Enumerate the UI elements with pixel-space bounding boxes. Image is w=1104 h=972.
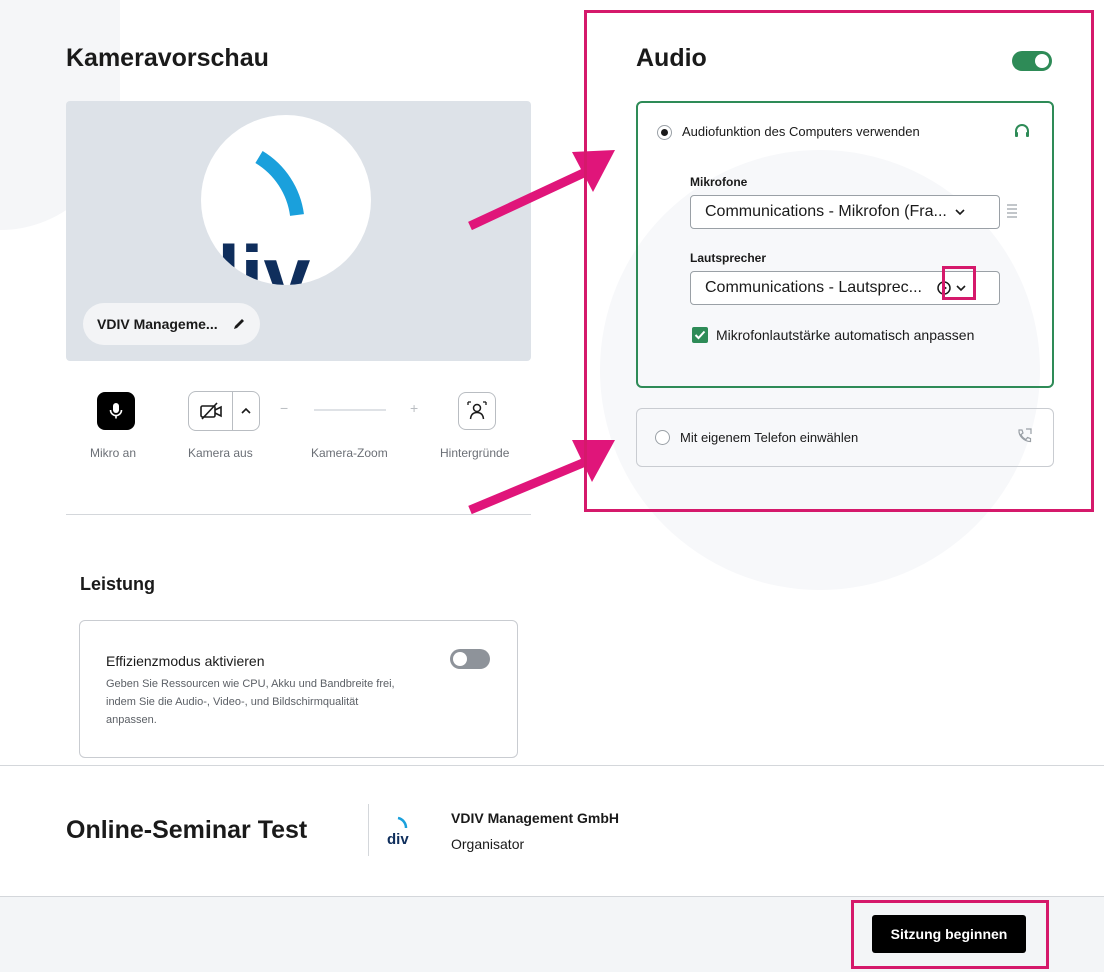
vertical-separator	[368, 804, 369, 856]
phone-audio-label: Mit eigenem Telefon einwählen	[680, 430, 859, 445]
microphone-select[interactable]: Communications - Mikrofon (Fra...	[690, 195, 1000, 229]
auto-adjust-label: Mikrofonlautstärke automatisch anpassen	[716, 327, 975, 343]
microphone-icon	[109, 403, 123, 419]
microphone-label: Mikro an	[90, 446, 137, 460]
zoom-plus-button[interactable]: +	[410, 400, 418, 416]
logo-text: div	[201, 229, 311, 285]
highlight-frame-start	[851, 900, 1049, 969]
mic-level-icon	[1007, 204, 1017, 218]
camera-toggle-button[interactable]	[189, 392, 233, 430]
organizer-logo: div	[387, 816, 409, 848]
camera-off-icon	[199, 402, 222, 420]
organizer-role: Organisator	[451, 836, 525, 852]
organizer-logo-text: div	[387, 831, 409, 848]
efficiency-heading: Effizienzmodus aktivieren	[106, 653, 265, 669]
participant-name-chip[interactable]: VDIV Manageme...	[83, 303, 260, 345]
camera-options-button[interactable]	[233, 392, 259, 430]
camera-button-group[interactable]	[188, 391, 260, 431]
zoom-slider[interactable]	[314, 409, 386, 411]
microphone-button[interactable]	[97, 392, 135, 430]
audio-title: Audio	[636, 44, 707, 72]
avatar: div immob	[201, 115, 371, 285]
efficiency-card: Effizienzmodus aktivieren Geben Sie Ress…	[79, 620, 518, 758]
pencil-icon[interactable]	[232, 317, 246, 331]
speaker-select-value: Communications - Lautsprec...	[705, 279, 922, 296]
microphone-field-label: Mikrofone	[690, 175, 748, 189]
zoom-minus-button[interactable]: −	[280, 400, 288, 416]
efficiency-description: Geben Sie Ressourcen wie CPU, Akku und B…	[106, 678, 395, 726]
chevron-up-icon	[241, 407, 251, 414]
microphone-select-value: Communications - Mikrofon (Fra...	[705, 203, 947, 220]
speaker-field-label: Lautsprecher	[690, 251, 767, 265]
computer-audio-label: Audiofunktion des Computers verwenden	[682, 124, 920, 139]
phone-icon	[1018, 428, 1032, 443]
session-title: Online-Seminar Test	[66, 816, 308, 844]
efficiency-toggle[interactable]	[450, 649, 490, 669]
zoom-label: Kamera-Zoom	[311, 446, 388, 460]
headset-icon	[1015, 124, 1029, 137]
vdiv-logo: div immob	[201, 151, 311, 285]
phone-audio-card[interactable]: Mit eigenem Telefon einwählen	[636, 408, 1054, 467]
auto-adjust-checkbox[interactable]	[692, 327, 708, 343]
performance-title: Leistung	[80, 574, 155, 594]
phone-audio-radio[interactable]	[655, 430, 670, 445]
checkmark-icon	[694, 330, 706, 340]
audio-toggle[interactable]	[1012, 51, 1052, 71]
computer-audio-card: Audiofunktion des Computers verwenden Mi…	[636, 101, 1054, 388]
footer-divider	[0, 765, 1104, 766]
chevron-down-icon	[955, 209, 965, 216]
highlight-frame-play	[942, 266, 976, 300]
camera-preview-title: Kameravorschau	[66, 44, 269, 72]
computer-audio-radio[interactable]	[657, 125, 672, 140]
participant-name: VDIV Manageme...	[97, 316, 218, 332]
camera-label: Kamera aus	[188, 446, 253, 460]
organizer-name: VDIV Management GmbH	[451, 810, 620, 826]
